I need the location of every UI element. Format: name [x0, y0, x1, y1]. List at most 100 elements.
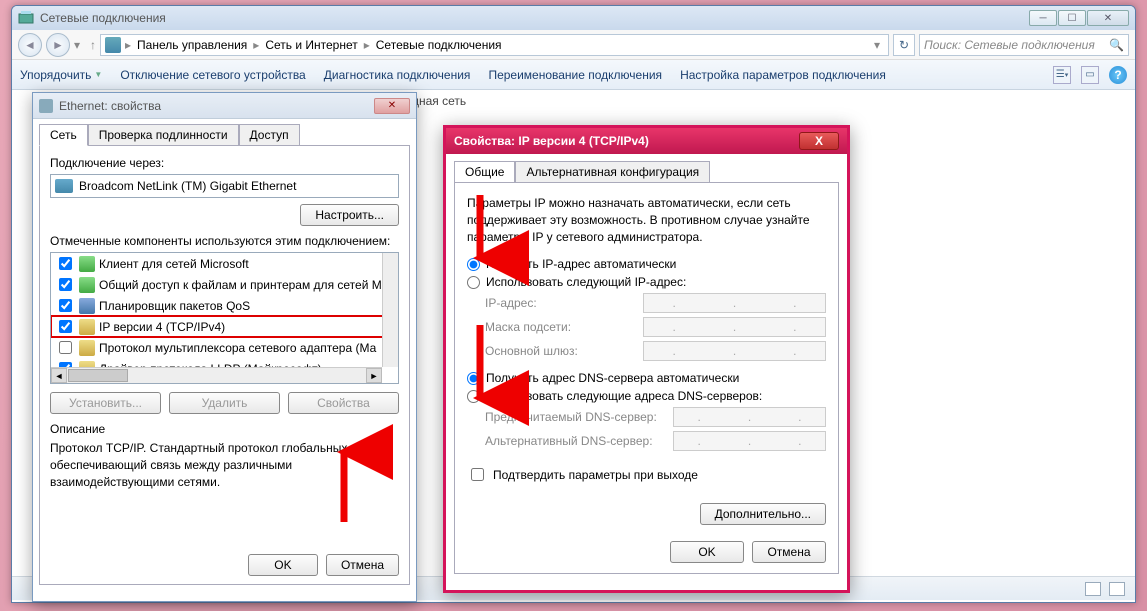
view-icon[interactable]: ☰▾ [1053, 66, 1071, 84]
nav-row: ◄ ► ▾ ↑ ▸ Панель управления ▸ Сеть и Инт… [12, 30, 1135, 60]
eth-ok-button[interactable]: OK [248, 554, 318, 576]
eth-title-text: Ethernet: свойства [59, 99, 161, 113]
description-title: Описание [50, 422, 399, 436]
adapter-icon [55, 179, 73, 193]
help-icon[interactable]: ? [1109, 66, 1127, 84]
horizontal-scrollbar[interactable]: ◄► [51, 367, 382, 383]
ip-titlebar[interactable]: Свойства: IP версии 4 (TCP/IPv4) X [446, 128, 847, 154]
icons-view-icon[interactable] [1109, 582, 1125, 596]
ip-title-text: Свойства: IP версии 4 (TCP/IPv4) [454, 134, 649, 148]
toolbar: Упорядочить▼ Отключение сетевого устройс… [12, 60, 1135, 90]
minimize-button[interactable]: ─ [1029, 10, 1057, 26]
ethernet-properties-dialog: Ethernet: свойства ✕ Сеть Проверка подли… [32, 92, 417, 602]
ip-address-input: ... [643, 293, 826, 313]
radio-auto-ip[interactable]: Получить IP-адрес автоматически [467, 257, 826, 271]
dns1-label: Предпочитаемый DNS-сервер: [485, 410, 665, 424]
search-input[interactable]: Поиск: Сетевые подключения 🔍 [919, 34, 1129, 56]
ipv4-properties-dialog: Свойства: IP версии 4 (TCP/IPv4) X Общие… [443, 125, 850, 593]
vertical-scrollbar[interactable] [382, 253, 398, 367]
radio-manual-dns-input[interactable] [467, 390, 480, 403]
search-icon[interactable]: 🔍 [1109, 38, 1124, 52]
component-row-ipv4: IP версии 4 (TCP/IPv4) [51, 316, 398, 337]
ip-intro-text: Параметры IP можно назначать автоматичес… [467, 195, 826, 245]
radio-auto-ip-input[interactable] [467, 258, 480, 271]
main-titlebar[interactable]: Сетевые подключения ─ ☐ ✕ [12, 6, 1135, 30]
gateway-input: ... [643, 341, 826, 361]
component-checkbox[interactable] [59, 383, 72, 384]
component-checkbox[interactable] [59, 257, 72, 270]
component-row: Планировщик пакетов QoS [51, 295, 398, 316]
close-button[interactable]: ✕ [1087, 10, 1129, 26]
validate-checkbox-row[interactable]: Подтвердить параметры при выходе [467, 465, 826, 484]
configure-button[interactable]: Настроить... [300, 204, 399, 226]
adapter-name: Broadcom NetLink (TM) Gigabit Ethernet [79, 179, 296, 193]
components-list[interactable]: Клиент для сетей Microsoft Общий доступ … [50, 252, 399, 384]
components-label: Отмеченные компоненты используются этим … [50, 234, 399, 248]
toolbar-disable[interactable]: Отключение сетевого устройства [120, 68, 305, 82]
search-placeholder: Поиск: Сетевые подключения [924, 38, 1095, 52]
tab-auth[interactable]: Проверка подлинности [88, 124, 239, 146]
breadcrumb[interactable]: ▸ Панель управления ▸ Сеть и Интернет ▸ … [100, 34, 889, 56]
component-row: Клиент для сетей Microsoft [51, 253, 398, 274]
crumb-network[interactable]: Сеть и Интернет [263, 38, 359, 52]
client-icon [79, 256, 95, 272]
eth-cancel-button[interactable]: Отмена [326, 554, 399, 576]
up-button[interactable]: ↑ [90, 38, 96, 52]
radio-auto-dns-input[interactable] [467, 372, 480, 385]
component-checkbox[interactable] [59, 341, 72, 354]
description-text: Протокол TCP/IP. Стандартный протокол гл… [50, 440, 399, 490]
ip-ok-button[interactable]: OK [670, 541, 744, 563]
component-checkbox[interactable] [59, 299, 72, 312]
eth-dialog-icon [39, 99, 53, 113]
history-dropdown[interactable]: ▾ [74, 38, 86, 52]
toolbar-organize[interactable]: Упорядочить▼ [20, 68, 102, 82]
protocol-icon [79, 319, 95, 335]
properties-button[interactable]: Свойства [288, 392, 399, 414]
gateway-label: Основной шлюз: [485, 344, 635, 358]
remove-button[interactable]: Удалить [169, 392, 280, 414]
toolbar-diagnose[interactable]: Диагностика подключения [324, 68, 471, 82]
install-button[interactable]: Установить... [50, 392, 161, 414]
dns2-input: ... [673, 431, 826, 451]
advanced-button[interactable]: Дополнительно... [700, 503, 826, 525]
qos-icon [79, 298, 95, 314]
adapter-box: Broadcom NetLink (TM) Gigabit Ethernet [50, 174, 399, 198]
toolbar-settings[interactable]: Настройка параметров подключения [680, 68, 886, 82]
radio-manual-ip[interactable]: Использовать следующий IP-адрес: [467, 275, 826, 289]
subnet-mask-input: ... [643, 317, 826, 337]
crumb-connections[interactable]: Сетевые подключения [374, 38, 504, 52]
subnet-mask-label: Маска подсети: [485, 320, 635, 334]
ip-cancel-button[interactable]: Отмена [752, 541, 826, 563]
validate-checkbox[interactable] [471, 468, 484, 481]
radio-manual-dns[interactable]: Использовать следующие адреса DNS-сервер… [467, 389, 826, 403]
tab-access[interactable]: Доступ [239, 124, 300, 146]
eth-close-button[interactable]: ✕ [374, 98, 410, 114]
tab-alternative[interactable]: Альтернативная конфигурация [515, 161, 710, 183]
window-icon [18, 10, 34, 26]
toolbar-rename[interactable]: Переименование подключения [488, 68, 662, 82]
forward-button[interactable]: ► [46, 33, 70, 57]
preview-pane-icon[interactable]: ▭ [1081, 66, 1099, 84]
partial-item-label: дная сеть [412, 94, 466, 108]
component-checkbox[interactable] [59, 278, 72, 291]
tab-general[interactable]: Общие [454, 161, 515, 183]
radio-manual-ip-input[interactable] [467, 276, 480, 289]
ip-address-label: IP-адрес: [485, 296, 635, 310]
window-title: Сетевые подключения [40, 11, 166, 25]
protocol-icon [79, 340, 95, 356]
crumb-control-panel[interactable]: Панель управления [135, 38, 249, 52]
refresh-button[interactable]: ↻ [893, 34, 915, 56]
connect-via-label: Подключение через: [50, 156, 399, 170]
back-button[interactable]: ◄ [18, 33, 42, 57]
ip-close-button[interactable]: X [799, 132, 839, 150]
dns2-label: Альтернативный DNS-сервер: [485, 434, 665, 448]
eth-titlebar[interactable]: Ethernet: свойства ✕ [33, 93, 416, 119]
breadcrumb-icon [105, 37, 121, 53]
maximize-button[interactable]: ☐ [1058, 10, 1086, 26]
service-icon [79, 277, 95, 293]
component-checkbox[interactable] [59, 320, 72, 333]
details-view-icon[interactable] [1085, 582, 1101, 596]
component-row: Общий доступ к файлам и принтерам для се… [51, 274, 398, 295]
radio-auto-dns[interactable]: Получить адрес DNS-сервера автоматически [467, 371, 826, 385]
tab-network[interactable]: Сеть [39, 124, 88, 146]
